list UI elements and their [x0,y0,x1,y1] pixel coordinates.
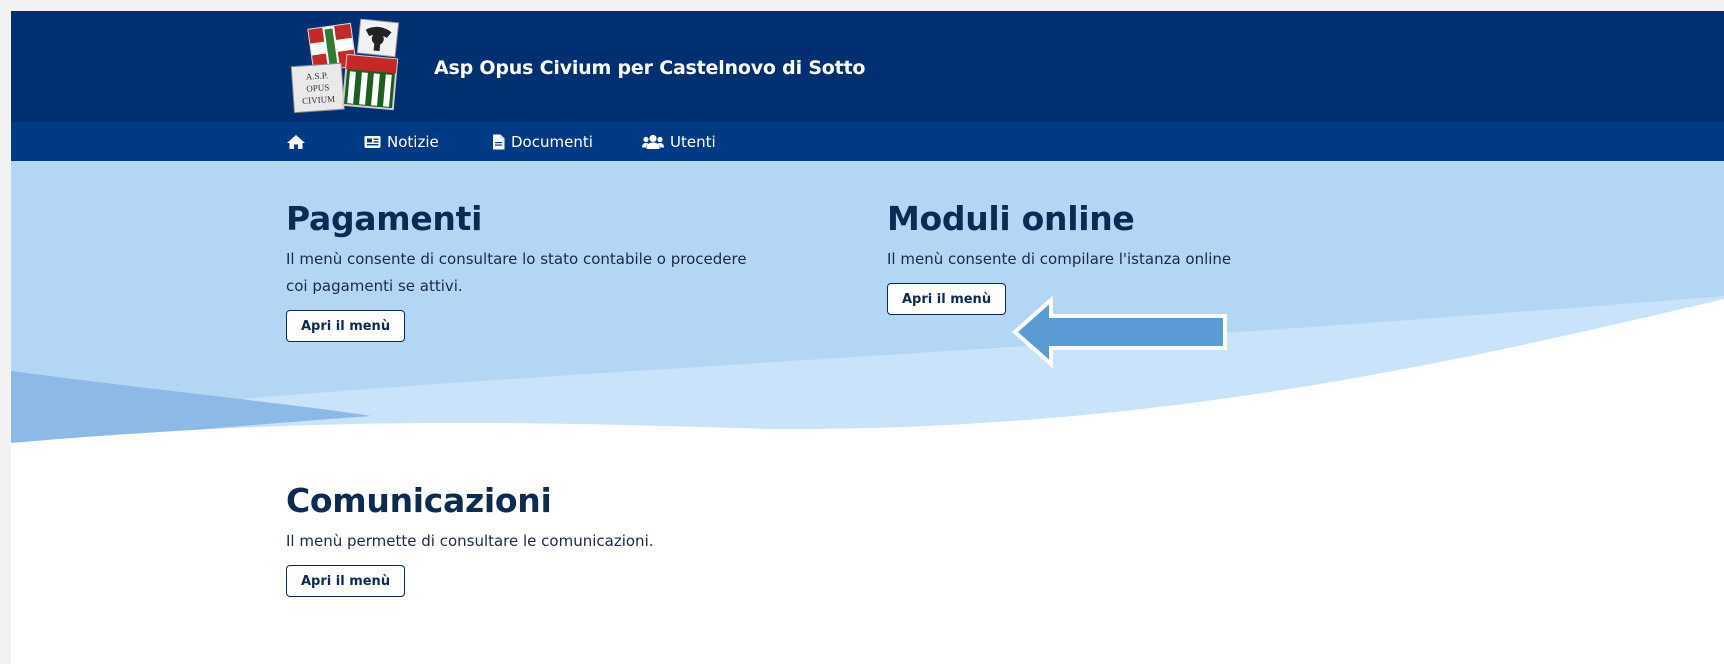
comunicazioni-open-menu-button[interactable]: Apri il menù [286,565,406,597]
nav-notizie-label: Notizie [387,132,439,151]
moduli-description: Il menù consente di compilare l'istanza … [887,250,1232,268]
pagamenti-open-menu-button[interactable]: Apri il menù [286,310,406,342]
logo-line2: OPUS [306,82,330,94]
asp-logo[interactable]: A.S.P. OPUS CIVIUM [289,19,419,117]
site-title[interactable]: Asp Opus Civium per Castelnovo di Sotto [434,57,865,79]
nav-documenti[interactable]: Documenti [492,122,593,161]
document-icon [493,134,505,149]
users-icon [642,134,664,149]
section-comunicazioni: Comunicazioni Il menù permette di consul… [286,481,654,597]
home-icon [287,134,305,149]
nav-utenti[interactable]: Utenti [642,122,716,161]
nav-notizie[interactable]: Notizie [364,122,439,161]
comunicazioni-title: Comunicazioni [286,481,552,520]
newspaper-icon [364,135,381,148]
moduli-title: Moduli online [887,199,1135,238]
nav-home[interactable] [286,122,312,161]
comunicazioni-description: Il menù permette di consultare le comuni… [286,532,654,550]
site-header: A.S.P. OPUS CIVIUM Asp Opus Civium per C… [11,11,1724,122]
pagamenti-description: Il menù consente di consultare lo stato … [286,246,747,300]
page-frame: A.S.P. OPUS CIVIUM Asp Opus Civium per C… [11,11,1724,664]
hero-background [11,161,1724,491]
section-pagamenti: Pagamenti Il menù consente di consultare… [286,199,747,342]
moduli-open-menu-button[interactable]: Apri il menù [887,283,1007,315]
main-nav: Notizie Documenti Utenti [11,122,1724,161]
pagamenti-description-line1: Il menù consente di consultare lo stato … [286,250,747,268]
logo-line1: A.S.P. [305,70,328,82]
pagamenti-description-line2: coi pagamenti se attivi. [286,277,463,295]
pagamenti-title: Pagamenti [286,199,483,238]
nav-utenti-label: Utenti [670,132,716,151]
nav-documenti-label: Documenti [511,132,593,151]
annotation-arrow-left-icon [1011,296,1227,368]
